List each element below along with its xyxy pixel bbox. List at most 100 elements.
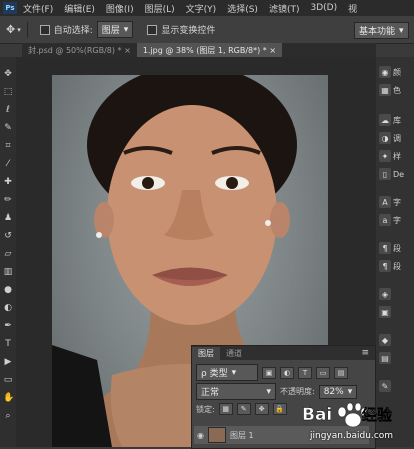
- lock-row: 锁定: ▦ ✎ ✥ 🔒: [196, 403, 287, 415]
- lock-transparent-icon[interactable]: ▦: [218, 403, 233, 415]
- panel-3d[interactable]: ◈: [379, 287, 413, 301]
- photoshop-logo-icon[interactable]: Ps: [3, 2, 17, 14]
- panel-label: 字: [393, 215, 401, 225]
- panel-paths-collapsed[interactable]: ✎: [379, 379, 413, 393]
- panel-libraries[interactable]: ☁ 库: [379, 113, 413, 127]
- lock-position-icon[interactable]: ✥: [254, 403, 269, 415]
- dodge-tool-icon[interactable]: ◐: [3, 303, 13, 313]
- panel-adjustments[interactable]: ◑ 调: [379, 131, 413, 145]
- panel-character[interactable]: A 字: [379, 195, 413, 209]
- menu-image[interactable]: 图像(I): [106, 2, 134, 15]
- lock-all-icon[interactable]: 🔒: [272, 403, 287, 415]
- panel-color[interactable]: ◉ 颜: [379, 65, 413, 79]
- eyedropper-tool-icon[interactable]: ⁄: [3, 159, 13, 169]
- menu-type[interactable]: 文字(Y): [186, 2, 217, 15]
- type-tool-icon[interactable]: T: [3, 339, 13, 349]
- panel-device-preview[interactable]: ▯ De: [379, 167, 413, 181]
- blend-mode-dropdown[interactable]: 正常 ▾: [196, 383, 276, 400]
- zoom-tool-icon[interactable]: ⌕: [3, 411, 13, 421]
- show-transform-label: 显示变换控件: [161, 26, 216, 36]
- panel-label: 段: [393, 261, 401, 271]
- marquee-tool-icon[interactable]: ⬚: [3, 87, 13, 97]
- lock-label: 锁定:: [196, 404, 215, 414]
- character-panel-icon: A: [379, 196, 391, 208]
- channels-panel-icon: ▤: [379, 352, 391, 364]
- panel-layers-collapsed[interactable]: ◆: [379, 333, 413, 347]
- timeline-panel-icon: ▣: [379, 306, 391, 318]
- filter-kind-dropdown[interactable]: ρ 类型 ▾: [196, 364, 258, 381]
- tab-document-1[interactable]: 封.psd @ 50%(RGB/8) * ×: [22, 43, 137, 57]
- history-brush-icon[interactable]: ↺: [3, 231, 13, 241]
- menu-filter[interactable]: 滤镜(T): [269, 2, 300, 15]
- panel-label: 库: [393, 115, 401, 125]
- menu-edit[interactable]: 编辑(E): [64, 2, 95, 15]
- show-transform-checkbox[interactable]: [147, 24, 158, 35]
- menu-view[interactable]: 视: [348, 2, 357, 15]
- panel-styles[interactable]: ✦ 样: [379, 149, 413, 163]
- layer-name[interactable]: 图层 1: [230, 430, 254, 441]
- chevron-down-icon[interactable]: ▾: [17, 26, 21, 34]
- adjustment-filter-icon[interactable]: ◐: [280, 366, 294, 379]
- close-icon[interactable]: ×: [124, 46, 131, 55]
- options-bar: ✥ ▾ 自动选择: 图层 ▾ 显示变换控件 基本功能 ▾: [0, 16, 414, 44]
- right-panel-strip: ◉ 颜 ▦ 色 ☁ 库 ◑ 调 ✦ 样 ▯ De A 字 a 字 ¶ 段 ¶ 段…: [376, 57, 414, 447]
- pixel-filter-icon[interactable]: ▣: [262, 366, 276, 379]
- filter-kind-value: ρ 类型: [201, 369, 228, 379]
- menu-layer[interactable]: 图层(L): [145, 2, 175, 15]
- menu-bar: Ps 文件(F) 编辑(E) 图像(I) 图层(L) 文字(Y) 选择(S) 滤…: [0, 0, 414, 16]
- workspace-value: 基本功能: [359, 27, 396, 37]
- shape-filter-icon[interactable]: ▭: [316, 366, 330, 379]
- panel-swatches[interactable]: ▦ 色: [379, 83, 413, 97]
- panel-label: 段: [393, 243, 401, 253]
- menu-file[interactable]: 文件(F): [23, 2, 53, 15]
- panel-character-styles[interactable]: a 字: [379, 213, 413, 227]
- lock-image-icon[interactable]: ✎: [236, 403, 251, 415]
- pen-tool-icon[interactable]: ✒: [3, 321, 13, 331]
- opacity-value: 82%: [323, 386, 344, 397]
- panel-paragraph[interactable]: ¶ 段: [379, 241, 413, 255]
- shape-tool-icon[interactable]: ▭: [3, 375, 13, 385]
- menu-select[interactable]: 选择(S): [227, 2, 258, 15]
- brush-tool-icon[interactable]: ✏: [3, 195, 13, 205]
- panel-paragraph-styles[interactable]: ¶ 段: [379, 259, 413, 273]
- panel-channels-collapsed[interactable]: ▤: [379, 351, 413, 365]
- type-filter-icon[interactable]: T: [298, 366, 312, 379]
- tab-label: 1.jpg @ 38% (图层 1, RGB/8*) *: [142, 46, 267, 55]
- lasso-tool-icon[interactable]: ℓ: [3, 105, 13, 115]
- paragraph-panel-icon: ¶: [379, 242, 391, 254]
- clone-stamp-icon[interactable]: ♟: [3, 213, 13, 223]
- device-preview-icon: ▯: [379, 168, 391, 180]
- blur-tool-icon[interactable]: ●: [3, 285, 13, 295]
- healing-brush-icon[interactable]: ✚: [3, 177, 13, 187]
- layers-panel-icon: ◆: [379, 334, 391, 346]
- crop-tool-icon[interactable]: ⌗: [3, 141, 13, 151]
- close-icon[interactable]: ×: [269, 46, 276, 55]
- eraser-tool-icon[interactable]: ▱: [3, 249, 13, 259]
- hand-tool-icon[interactable]: ✋: [3, 393, 14, 403]
- tab-document-2[interactable]: 1.jpg @ 38% (图层 1, RGB/8*) * ×: [136, 43, 283, 57]
- move-tool-icon[interactable]: ✥: [6, 23, 15, 36]
- gradient-tool-icon[interactable]: ▥: [3, 267, 13, 277]
- document-tabs: 封.psd @ 50%(RGB/8) * × 1.jpg @ 38% (图层 1…: [22, 43, 376, 57]
- panel-label: 颜: [393, 67, 401, 77]
- tab-layers[interactable]: 图层: [192, 346, 220, 360]
- auto-select-value: 图层: [101, 26, 120, 36]
- menu-3d[interactable]: 3D(D): [310, 3, 337, 13]
- visibility-eye-icon[interactable]: ◉: [197, 431, 204, 440]
- auto-select-dropdown[interactable]: 图层 ▾: [96, 21, 134, 38]
- adjustments-panel-icon: ◑: [379, 132, 391, 144]
- auto-select-checkbox[interactable]: [39, 24, 50, 35]
- 3d-panel-icon: ◈: [379, 288, 391, 300]
- chevron-down-icon: ▾: [266, 386, 271, 397]
- panel-menu-icon[interactable]: ≡: [361, 348, 369, 358]
- quick-select-tool-icon[interactable]: ✎: [3, 123, 13, 133]
- tab-channels[interactable]: 通道: [220, 347, 248, 360]
- move-tool-icon[interactable]: ✥: [3, 69, 13, 79]
- smart-object-filter-icon[interactable]: ▤: [334, 366, 348, 379]
- panel-label: 字: [393, 197, 401, 207]
- chevron-down-icon: ▾: [231, 367, 237, 378]
- path-select-icon[interactable]: ▶: [3, 357, 13, 367]
- panel-timeline[interactable]: ▣: [379, 305, 413, 319]
- tools-panel: ✥ ⬚ ℓ ✎ ⌗ ⁄ ✚ ✏ ♟ ↺ ▱ ▥ ● ◐ ✒ T ▶ ▭ ✋ ⌕: [0, 57, 16, 447]
- workspace-dropdown[interactable]: 基本功能 ▾: [354, 22, 409, 39]
